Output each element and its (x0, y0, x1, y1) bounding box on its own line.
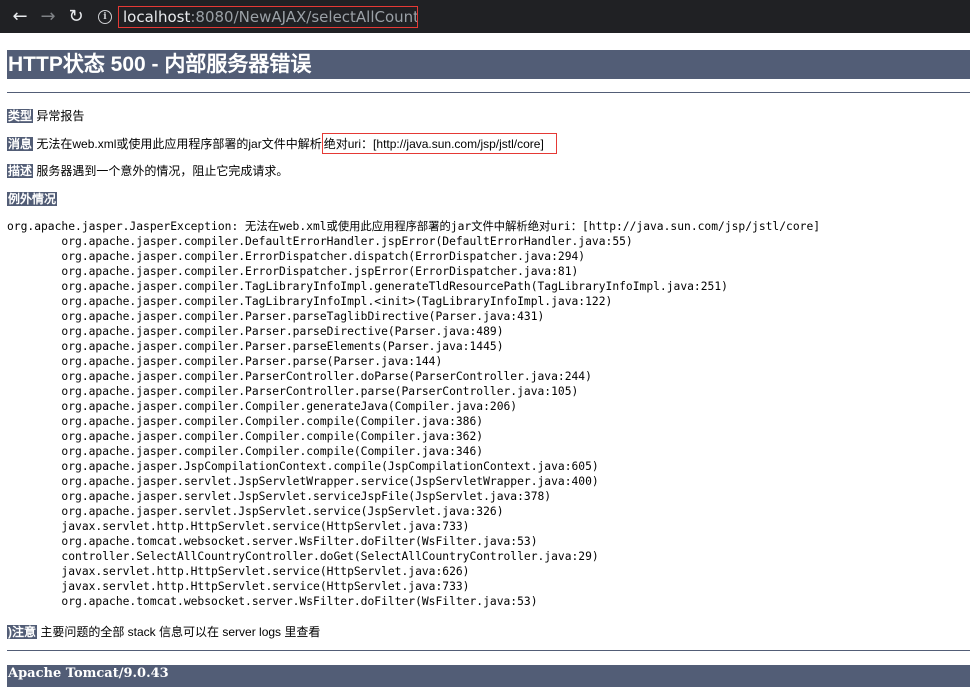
stack-trace-line: org.apache.jasper.compiler.DefaultErrorH… (7, 235, 633, 248)
message-label: 消息 (7, 137, 34, 151)
type-label: 类型 (7, 109, 34, 123)
type-row: 类型 异常报告 (7, 107, 84, 124)
back-arrow-icon[interactable]: ← (6, 3, 34, 31)
stack-trace-line: org.apache.jasper.compiler.Parser.parseT… (7, 310, 545, 323)
stack-trace-line: org.apache.jasper.compiler.ErrorDispatch… (7, 265, 579, 278)
stack-trace-line: org.apache.jasper.compiler.Parser.parse(… (7, 355, 443, 368)
note-label: )注意 (7, 625, 37, 639)
stack-trace-line: org.apache.jasper.servlet.JspServlet.ser… (7, 505, 504, 518)
reload-icon[interactable]: ↻ (62, 3, 90, 31)
note-value: 主要问题的全部 stack 信息可以在 server logs 里查看 (40, 625, 321, 639)
type-value: 异常报告 (36, 109, 85, 123)
stack-trace-line: controller.SelectAllCountryController.do… (7, 550, 599, 563)
url-field[interactable]: localhost:8080/NewAJAX/selectAllCountry (118, 5, 418, 28)
stack-trace-line: org.apache.tomcat.websocket.server.WsFil… (7, 535, 538, 548)
stack-trace: org.apache.jasper.JasperException: 无法在we… (7, 219, 820, 609)
note-row: )注意 主要问题的全部 stack 信息可以在 server logs 里查看 (7, 623, 320, 640)
info-icon[interactable]: i (98, 9, 112, 24)
stack-trace-line: org.apache.jasper.compiler.ParserControl… (7, 385, 579, 398)
message-row: 消息 无法在web.xml或使用此应用程序部署的jar文件中解析 绝对uri：[h… (7, 133, 557, 154)
stack-trace-line: org.apache.jasper.compiler.ErrorDispatch… (7, 250, 586, 263)
url-path: :8080/NewAJAX/selectAllCountry (190, 7, 418, 26)
stack-trace-line: org.apache.jasper.compiler.Compiler.comp… (7, 445, 484, 458)
stack-trace-line: javax.servlet.http.HttpServlet.service(H… (7, 580, 470, 593)
address-bar[interactable]: i localhost:8080/NewAJAX/selectAllCountr… (98, 4, 418, 30)
stack-trace-line: org.apache.tomcat.websocket.server.WsFil… (7, 595, 538, 608)
server-footer: Apache Tomcat/9.0.43 (7, 665, 970, 687)
stack-trace-line: org.apache.jasper.compiler.Compiler.comp… (7, 415, 484, 428)
browser-toolbar: ← → ↻ i localhost:8080/NewAJAX/selectAll… (0, 0, 970, 33)
stack-trace-line: org.apache.jasper.compiler.Parser.parseD… (7, 325, 504, 338)
divider-bottom (7, 650, 970, 651)
message-highlight: 绝对uri：[http://java.sun.com/jsp/jstl/core… (321, 133, 557, 154)
stack-trace-line: org.apache.jasper.compiler.ParserControl… (7, 370, 592, 383)
description-label: 描述 (7, 164, 34, 178)
stack-trace-line: javax.servlet.http.HttpServlet.service(H… (7, 520, 470, 533)
url-host: localhost (123, 7, 191, 26)
stack-trace-line: org.apache.jasper.servlet.JspServlet.ser… (7, 490, 552, 503)
stack-trace-line: org.apache.jasper.JasperException: 无法在we… (7, 220, 821, 233)
message-prefix: 无法在web.xml或使用此应用程序部署的jar文件中解析 (36, 137, 322, 151)
exception-row: 例外情况 (7, 190, 58, 207)
exception-label: 例外情况 (7, 192, 58, 206)
stack-trace-line: javax.servlet.http.HttpServlet.service(H… (7, 565, 470, 578)
description-value: 服务器遇到一个意外的情况，阻止它完成请求。 (36, 164, 289, 178)
divider-top (7, 92, 970, 93)
stack-trace-line: org.apache.jasper.compiler.Compiler.gene… (7, 400, 518, 413)
stack-trace-line: org.apache.jasper.JspCompilationContext.… (7, 460, 599, 473)
stack-trace-line: org.apache.jasper.servlet.JspServletWrap… (7, 475, 599, 488)
stack-trace-line: org.apache.jasper.compiler.Parser.parseE… (7, 340, 504, 353)
stack-trace-line: org.apache.jasper.compiler.Compiler.comp… (7, 430, 484, 443)
error-page: HTTP状态 500 - 内部服务器错误 (0, 50, 970, 93)
description-row: 描述 服务器遇到一个意外的情况，阻止它完成请求。 (7, 162, 288, 179)
page-title: HTTP状态 500 - 内部服务器错误 (7, 50, 970, 79)
stack-trace-line: org.apache.jasper.compiler.TagLibraryInf… (7, 280, 728, 293)
stack-trace-line: org.apache.jasper.compiler.TagLibraryInf… (7, 295, 613, 308)
forward-arrow-icon[interactable]: → (34, 3, 62, 31)
